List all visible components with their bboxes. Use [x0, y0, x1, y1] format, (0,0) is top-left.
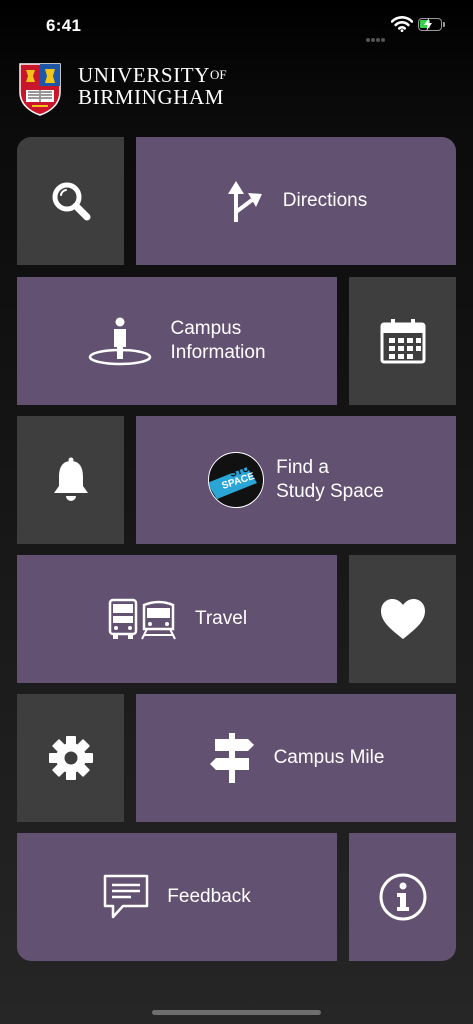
directions-label: Directions	[282, 190, 368, 211]
university-name-line2: BIRMINGHAM	[78, 85, 225, 109]
bus-train-icon	[108, 598, 176, 640]
speech-bubble-icon	[104, 874, 149, 919]
notifications-tile[interactable]	[17, 416, 124, 544]
battery-icon	[418, 18, 445, 31]
campus-information-tile[interactable]: Campus Information	[17, 277, 337, 405]
calendar-icon	[380, 319, 425, 364]
status-bar: 6:41	[0, 0, 473, 50]
bell-icon	[53, 457, 88, 501]
person-location-icon	[89, 317, 152, 366]
favourites-tile[interactable]	[349, 555, 456, 683]
search-tile[interactable]	[17, 137, 124, 265]
feedback-tile[interactable]: Feedback	[17, 833, 337, 961]
campus-mile-tile[interactable]: Campus Mile	[136, 694, 456, 822]
travel-label: Travel	[194, 608, 248, 629]
cellular-signal-icon	[366, 29, 386, 47]
university-name-of: OF	[210, 67, 227, 82]
info-tile[interactable]	[349, 833, 456, 961]
campus-mile-label: Campus Mile	[273, 747, 385, 768]
settings-tile[interactable]	[17, 694, 124, 822]
university-name: UNIVERSITYOF BIRMINGHAM	[78, 64, 227, 108]
gear-icon	[48, 736, 93, 780]
travel-tile[interactable]: Travel	[17, 555, 337, 683]
signpost-icon	[209, 733, 254, 783]
info-icon	[379, 873, 426, 921]
status-time: 6:41	[46, 16, 82, 35]
home-indicator[interactable]	[152, 1010, 321, 1015]
calendar-tile[interactable]	[349, 277, 456, 405]
campus-information-label: Campus Information	[170, 318, 266, 363]
university-crest-icon	[19, 63, 61, 116]
wifi-icon	[390, 16, 414, 37]
search-icon	[52, 182, 90, 221]
directions-tile[interactable]: Directions	[136, 137, 456, 265]
study-space-badge-icon: STUDY SPACE	[208, 452, 265, 508]
find-study-space-tile[interactable]: STUDY SPACE Find a Study Space	[136, 416, 456, 544]
find-study-space-label: Find a Study Space	[276, 457, 384, 502]
feedback-label: Feedback	[167, 886, 251, 907]
directions-arrow-icon	[227, 181, 262, 222]
heart-icon	[380, 599, 425, 639]
university-name-line1: UNIVERSITY	[78, 63, 210, 87]
